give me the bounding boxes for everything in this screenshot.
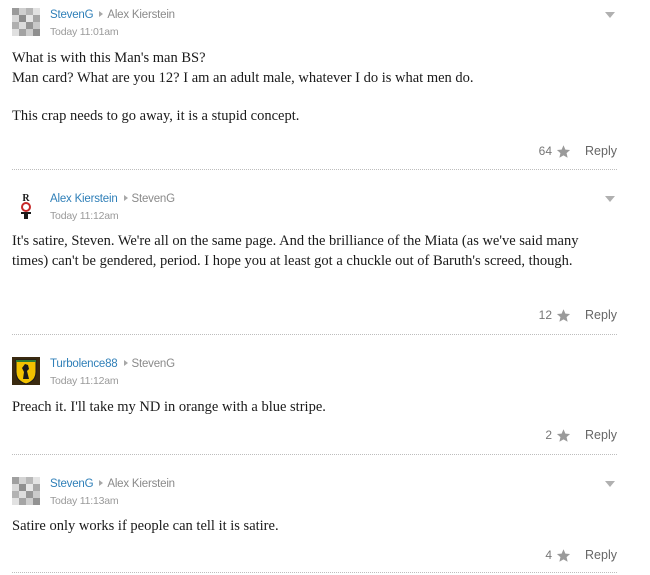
star-icon[interactable]: [556, 144, 571, 159]
like-count: 2: [545, 428, 553, 442]
comment-footer: 64 Reply: [539, 142, 617, 160]
comment-body: Preach it. I'll take my ND in orange wit…: [12, 397, 602, 417]
comment-meta: Turbolence88 StevenG Today 11:12am: [50, 357, 175, 388]
pixelated-avatar-icon: [12, 8, 40, 36]
chevron-down-icon[interactable]: [605, 12, 615, 18]
comment-body: Satire only works if people can tell it …: [12, 516, 602, 536]
reply-arrow-icon: [123, 360, 128, 366]
reply-arrow-icon: [123, 195, 128, 201]
comment-body: What is with this Man's man BS? Man card…: [12, 48, 602, 126]
divider: [12, 334, 617, 335]
author-line: Alex Kierstein StevenG: [50, 192, 175, 206]
reply-arrow-icon: [99, 480, 104, 486]
comment-meta: Alex Kierstein StevenG Today 11:12am: [50, 192, 175, 223]
reply-to-link[interactable]: Alex Kierstein: [107, 478, 175, 490]
chevron-down-icon[interactable]: [605, 196, 615, 202]
comment-paragraph: Man card? What are you 12? I am an adult…: [12, 70, 474, 86]
author-link[interactable]: Turbolence88: [50, 358, 118, 370]
comment-footer: 4 Reply: [545, 546, 617, 564]
chevron-down-icon[interactable]: [605, 481, 615, 487]
like-count: 4: [545, 548, 553, 562]
reply-arrow-icon: [99, 11, 104, 17]
reply-button[interactable]: Reply: [585, 144, 617, 158]
divider: [12, 169, 617, 170]
reply-to-link[interactable]: Alex Kierstein: [107, 9, 175, 21]
reply-button[interactable]: Reply: [585, 308, 617, 322]
author-line: StevenG Alex Kierstein: [50, 477, 175, 491]
like-count: 64: [538, 144, 553, 158]
comment-paragraph: It's satire, Steven. We're all on the sa…: [12, 233, 579, 269]
author-link[interactable]: StevenG: [50, 9, 94, 21]
avatar[interactable]: R: [12, 192, 40, 220]
comment-footer: 12 Reply: [539, 306, 617, 324]
comment-meta: StevenG Alex Kierstein Today 11:13am: [50, 477, 175, 508]
pixelated-avatar-icon: [12, 477, 40, 505]
author-link[interactable]: Alex Kierstein: [50, 193, 118, 205]
star-icon[interactable]: [556, 428, 571, 443]
author-line: StevenG Alex Kierstein: [50, 8, 175, 22]
timestamp[interactable]: Today 11:13am: [50, 494, 175, 508]
author-line: Turbolence88 StevenG: [50, 357, 175, 371]
divider: [12, 572, 617, 573]
timestamp[interactable]: Today 11:01am: [50, 25, 175, 39]
rot-logo-avatar-icon: R: [12, 192, 40, 220]
like-count: 12: [538, 308, 553, 322]
reply-to-link[interactable]: StevenG: [132, 193, 176, 205]
reply-button[interactable]: Reply: [585, 428, 617, 442]
timestamp[interactable]: Today 11:12am: [50, 374, 175, 388]
star-icon[interactable]: [556, 548, 571, 563]
avatar[interactable]: [12, 357, 40, 385]
comment-footer: 2 Reply: [545, 426, 617, 444]
reply-button[interactable]: Reply: [585, 548, 617, 562]
horse-shield-avatar-icon: [12, 357, 40, 385]
comment-paragraph: Satire only works if people can tell it …: [12, 518, 279, 534]
reply-to-link[interactable]: StevenG: [132, 358, 176, 370]
comment-meta: StevenG Alex Kierstein Today 11:01am: [50, 8, 175, 39]
comment-paragraph: What is with this Man's man BS?: [12, 50, 206, 66]
timestamp[interactable]: Today 11:12am: [50, 209, 175, 223]
author-link[interactable]: StevenG: [50, 478, 94, 490]
comment-paragraph: This crap needs to go away, it is a stup…: [12, 108, 300, 124]
comment-paragraph: Preach it. I'll take my ND in orange wit…: [12, 399, 326, 415]
avatar[interactable]: [12, 477, 40, 505]
star-icon[interactable]: [556, 308, 571, 323]
avatar[interactable]: [12, 8, 40, 36]
divider: [12, 454, 617, 455]
comment-body: It's satire, Steven. We're all on the sa…: [12, 231, 602, 271]
